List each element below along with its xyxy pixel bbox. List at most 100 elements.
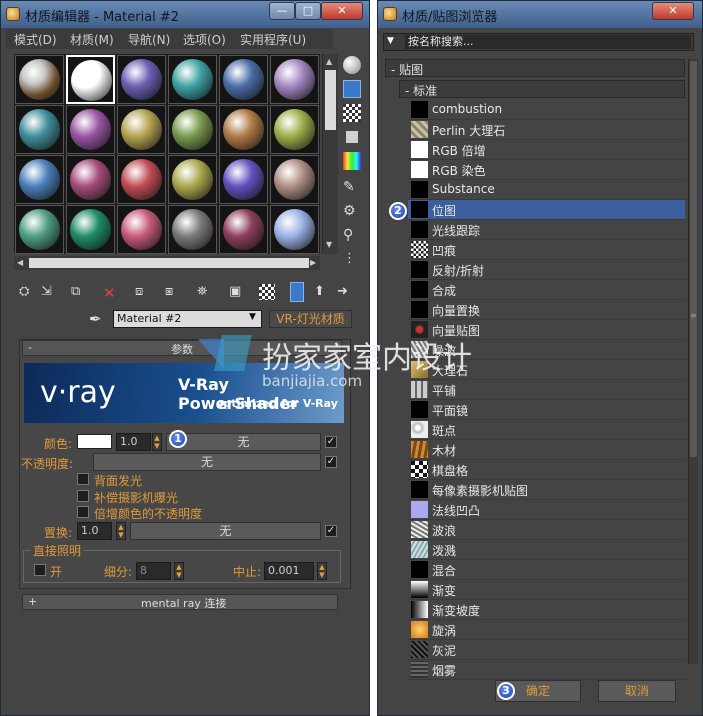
multiply-opacity-checkbox[interactable]	[77, 506, 89, 518]
sample-slot[interactable]	[117, 205, 166, 254]
map-list-item[interactable]: 灰泥	[408, 640, 685, 660]
select-by-material-icon[interactable]: ⚲	[343, 227, 361, 245]
menu-mode[interactable]: 模式(D)	[14, 31, 57, 48]
backlight-icon[interactable]	[343, 80, 361, 98]
color-map-checkbox[interactable]: ✓	[325, 436, 337, 448]
map-list-item[interactable]: 渐变坡度	[408, 600, 685, 620]
material-editor-titlebar[interactable]: 材质编辑器 - Material #2 — □ ✕	[1, 1, 369, 28]
menu-material[interactable]: 材质(M)	[70, 31, 114, 48]
show-end-result-icon[interactable]	[290, 282, 304, 302]
map-list-item[interactable]: 泼溅	[408, 540, 685, 560]
video-color-check-icon[interactable]	[343, 152, 361, 170]
map-list-item[interactable]: combustion	[408, 100, 685, 120]
map-list-item[interactable]: 向量置换	[408, 300, 685, 320]
map-list-item[interactable]: 斑点	[408, 420, 685, 440]
browser-scroll-thumb[interactable]	[690, 61, 697, 457]
color-multiplier-field[interactable]: 1.0	[116, 433, 151, 451]
scroll-thumb[interactable]	[325, 70, 336, 130]
sample-slot[interactable]	[219, 105, 268, 154]
sample-slot[interactable]	[66, 105, 115, 154]
get-material-icon[interactable]: ⛭	[19, 284, 35, 300]
map-list-item[interactable]: 合成	[408, 280, 685, 300]
displace-map-checkbox[interactable]: ✓	[325, 525, 337, 537]
search-input[interactable]: 按名称搜索...	[405, 35, 691, 49]
show-map-in-viewport-icon[interactable]	[259, 284, 275, 300]
material-map-navigator-icon[interactable]: ⋮	[343, 251, 361, 269]
scroll-right-arrow[interactable]: ▶	[310, 258, 316, 267]
sample-slot[interactable]	[15, 105, 64, 154]
map-list-item[interactable]: 渐变	[408, 580, 685, 600]
map-list-item[interactable]: 棋盘格	[408, 460, 685, 480]
map-list-item[interactable]: 旋涡	[408, 620, 685, 640]
map-list-item[interactable]: 木材	[408, 440, 685, 460]
standard-group-header[interactable]: - 标准	[399, 80, 685, 98]
map-list-item[interactable]: Perlin 大理石	[408, 120, 685, 140]
map-browser-titlebar[interactable]: 材质/贴图浏览器 ✕	[378, 1, 702, 28]
copy-material-icon[interactable]: ⧈	[135, 284, 151, 300]
map-list-item[interactable]: 光线跟踪	[408, 220, 685, 240]
sample-slot[interactable]	[219, 205, 268, 254]
map-list-item[interactable]: 反射/折射	[408, 260, 685, 280]
sample-slot[interactable]	[270, 105, 319, 154]
color-swatch[interactable]	[77, 434, 112, 449]
uv-tiling-icon[interactable]	[346, 131, 358, 143]
sample-type-icon[interactable]	[343, 56, 361, 74]
expand-toggle[interactable]: +	[28, 595, 37, 608]
make-unique-icon[interactable]: ⧆	[165, 284, 181, 300]
emit-back-checkbox[interactable]	[77, 473, 89, 485]
minimize-button[interactable]: —	[269, 2, 295, 20]
map-list-item[interactable]: RGB 倍增	[408, 140, 685, 160]
direct-lighting-on-checkbox[interactable]	[34, 564, 46, 576]
map-list-item[interactable]: Substance	[408, 180, 685, 200]
browser-close-button[interactable]: ✕	[652, 2, 694, 20]
map-list-item[interactable]: 烟雾	[408, 660, 685, 680]
sample-slot[interactable]	[168, 205, 217, 254]
sample-slot[interactable]	[66, 205, 115, 254]
maximize-button[interactable]: □	[295, 2, 321, 20]
map-list-item[interactable]: 凹痕	[408, 240, 685, 260]
grid-horizontal-scrollbar[interactable]: ◀ ▶	[14, 256, 320, 270]
put-to-library-icon[interactable]: ⛯	[197, 284, 213, 300]
displace-field[interactable]: 1.0	[77, 522, 112, 540]
sample-slot[interactable]	[117, 155, 166, 204]
sample-slot[interactable]	[270, 205, 319, 254]
material-name-dropdown-icon[interactable]: ▼	[249, 312, 256, 322]
eyedropper-icon[interactable]: ✒	[89, 310, 102, 328]
displace-spinner[interactable]: ▲ ▼	[116, 522, 126, 540]
sample-slot[interactable]	[15, 55, 64, 104]
scroll-left-arrow[interactable]: ◀	[17, 258, 23, 267]
menu-options[interactable]: 选项(O)	[183, 31, 226, 48]
scroll-hthumb[interactable]	[29, 258, 309, 268]
displace-map-button[interactable]: 无	[130, 522, 321, 540]
map-list-item[interactable]: 位图	[408, 200, 685, 220]
sample-slot[interactable]	[117, 105, 166, 154]
sample-slot[interactable]	[219, 55, 268, 104]
sample-slot[interactable]	[270, 55, 319, 104]
sample-slot[interactable]	[15, 205, 64, 254]
sample-slot[interactable]	[66, 155, 115, 204]
sample-slot[interactable]	[66, 55, 115, 104]
map-list-item[interactable]: 法线凹凸	[408, 500, 685, 520]
sample-slot[interactable]	[168, 155, 217, 204]
opacity-map-checkbox[interactable]: ✓	[325, 456, 337, 468]
map-list-item[interactable]: 平铺	[408, 380, 685, 400]
assign-to-selection-icon[interactable]: ⧉	[71, 284, 87, 300]
sample-slot[interactable]	[168, 55, 217, 104]
sample-slot[interactable]	[168, 105, 217, 154]
map-list-item[interactable]: 每像素摄影机贴图	[408, 480, 685, 500]
grid-vertical-scrollbar[interactable]: ▲ ▼	[322, 54, 338, 254]
sample-slot[interactable]	[219, 155, 268, 204]
color-map-button[interactable]: 无	[166, 433, 321, 451]
opacity-map-button[interactable]: 无	[93, 453, 321, 471]
material-type-button[interactable]: VR-灯光材质	[269, 310, 352, 328]
cutoff-spinner[interactable]: ▲ ▼	[317, 562, 327, 580]
put-to-scene-icon[interactable]: ⇲	[41, 284, 57, 300]
map-list-item[interactable]: 波浪	[408, 520, 685, 540]
sample-slot[interactable]	[15, 155, 64, 204]
maps-group-header[interactable]: - 贴图	[385, 59, 685, 77]
map-list-item[interactable]: 平面镜	[408, 400, 685, 420]
go-forward-sibling-icon[interactable]: ➜	[337, 284, 353, 300]
scroll-up-arrow[interactable]: ▲	[326, 57, 332, 66]
map-list-item[interactable]: RGB 染色	[408, 160, 685, 180]
material-id-channel-icon[interactable]: ▣	[229, 284, 245, 300]
